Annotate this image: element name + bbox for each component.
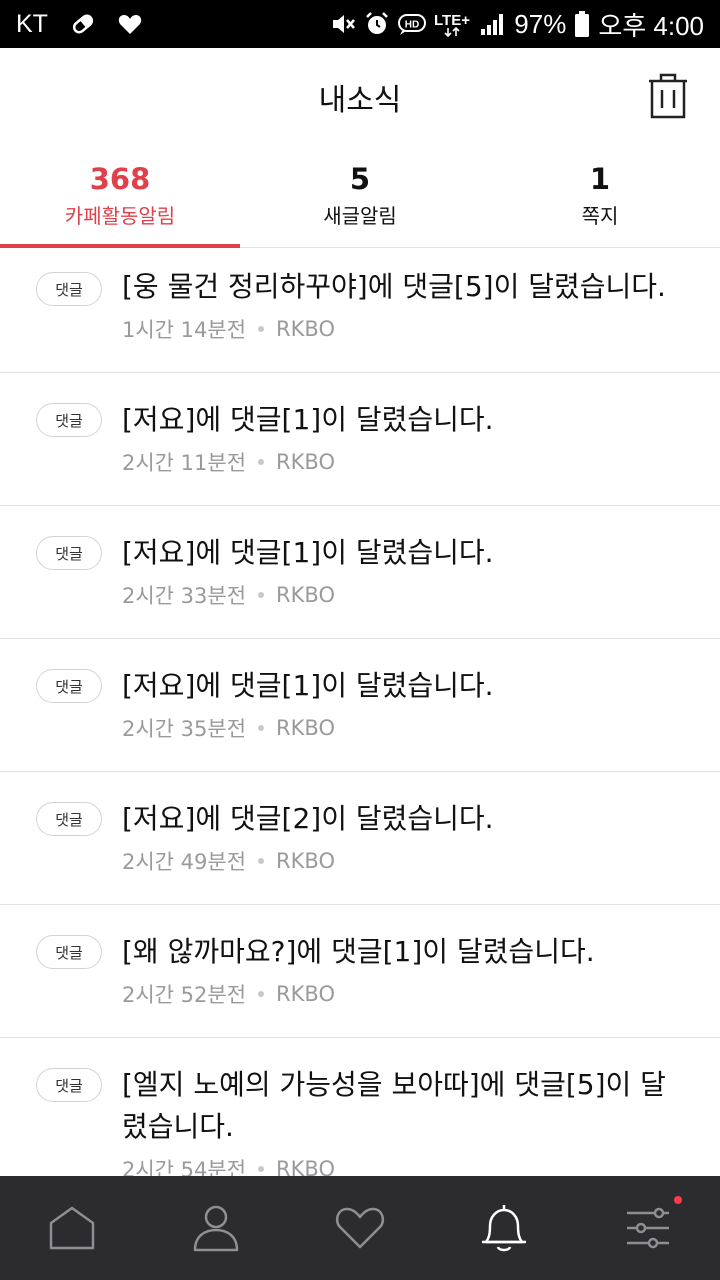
notification-meta: 2시간 52분전 RKBO: [122, 979, 335, 1009]
nav-settings[interactable]: [576, 1176, 720, 1280]
tab-new-posts[interactable]: 5 새글알림: [240, 146, 480, 247]
nav-notifications[interactable]: [432, 1176, 576, 1280]
comment-badge: 댓글: [36, 272, 102, 306]
comment-badge: 댓글: [36, 802, 102, 836]
signal-icon: [480, 12, 506, 36]
heart-icon: [335, 1207, 385, 1249]
tab-messages[interactable]: 1 쪽지: [480, 146, 720, 247]
notification-item[interactable]: 댓글 [저요]에 댓글[2]이 달렸습니다. 2시간 49분전 RKBO: [0, 772, 720, 905]
lte-icon: LTE+: [434, 10, 472, 38]
notification-message: [저요]에 댓글[1]이 달렸습니다.: [122, 669, 494, 702]
comment-badge: 댓글: [36, 1068, 102, 1102]
notification-message: [저요]에 댓글[1]이 달렸습니다.: [122, 536, 494, 569]
notification-meta: 2시간 33분전 RKBO: [122, 580, 335, 610]
notification-time: 2시간 11분전: [122, 451, 247, 475]
notification-meta: 1시간 14분전 RKBO: [122, 314, 335, 344]
tab-label: 쪽지: [581, 204, 619, 228]
tab-count: 1: [589, 162, 611, 196]
comment-badge: 댓글: [36, 403, 102, 437]
hd-icon: HD: [398, 13, 427, 35]
settings-sliders-icon: [627, 1207, 669, 1249]
separator-dot: [258, 725, 265, 731]
nav-favorites[interactable]: [288, 1176, 432, 1280]
notification-message: [웅 물건 정리하꾸야]에 댓글[5]이 달렸습니다.: [122, 270, 666, 303]
comment-badge: 댓글: [36, 536, 102, 570]
trash-icon: [649, 73, 687, 119]
delete-button[interactable]: [646, 72, 690, 120]
notification-message: [엘지 노예의 가능성을 보아따]에 댓글[5]이 달렸습니다.: [122, 1068, 666, 1143]
notification-message: [저요]에 댓글[1]이 달렸습니다.: [122, 403, 494, 436]
notification-source: RKBO: [276, 583, 335, 607]
profile-icon: [193, 1205, 239, 1252]
notification-item[interactable]: 댓글 [웅 물건 정리하꾸야]에 댓글[5]이 달렸습니다. 1시간 14분전 …: [0, 248, 720, 373]
notification-item[interactable]: 댓글 [저요]에 댓글[1]이 달렸습니다. 2시간 35분전 RKBO: [0, 639, 720, 772]
notification-list: 댓글 [웅 물건 정리하꾸야]에 댓글[5]이 달렸습니다. 1시간 14분전 …: [0, 248, 720, 1176]
tab-cafe-activity[interactable]: 368 카페활동알림: [0, 146, 240, 248]
nav-home[interactable]: [0, 1176, 144, 1280]
tab-count: 368: [89, 162, 151, 196]
notification-source: RKBO: [276, 716, 335, 740]
nav-profile[interactable]: [144, 1176, 288, 1280]
separator-dot: [258, 991, 265, 997]
carrier-label: KT: [16, 9, 48, 38]
notification-tabs: 368 카페활동알림 5 새글알림 1 쪽지: [0, 146, 720, 248]
separator-dot: [258, 858, 265, 864]
notification-time: 2시간 33분전: [122, 584, 247, 608]
separator-dot: [258, 326, 265, 332]
notification-item[interactable]: 댓글 [엘지 노예의 가능성을 보아따]에 댓글[5]이 달렸습니다. 2시간 …: [0, 1038, 720, 1176]
notification-message: [저요]에 댓글[2]이 달렸습니다.: [122, 802, 494, 835]
notification-item[interactable]: 댓글 [저요]에 댓글[1]이 달렸습니다. 2시간 33분전 RKBO: [0, 506, 720, 639]
separator-dot: [258, 1166, 265, 1172]
status-bar: KT HD LTE+ 97% 오후 4:00: [0, 0, 720, 48]
clock: 오후 4:00: [598, 10, 704, 41]
mute-icon: [330, 12, 356, 36]
separator-dot: [258, 459, 265, 465]
notification-dot: [674, 1196, 682, 1204]
hd-label: HD: [405, 20, 419, 31]
notification-time: 2시간 54분전: [122, 1158, 247, 1176]
notification-meta: 2시간 54분전 RKBO: [122, 1154, 335, 1176]
comment-badge: 댓글: [36, 935, 102, 969]
notification-source: RKBO: [276, 450, 335, 474]
notification-item[interactable]: 댓글 [저요]에 댓글[1]이 달렸습니다. 2시간 11분전 RKBO: [0, 373, 720, 506]
tab-label: 카페활동알림: [64, 204, 176, 228]
notification-meta: 2시간 49분전 RKBO: [122, 846, 335, 876]
alarm-icon: [364, 11, 390, 37]
notification-time: 1시간 14분전: [122, 318, 247, 342]
battery-icon: [574, 10, 590, 38]
notification-source: RKBO: [276, 982, 335, 1006]
notification-message: [왜 않까마요?]에 댓글[1]이 달렸습니다.: [122, 935, 595, 968]
notification-time: 2시간 49분전: [122, 850, 247, 874]
notification-time: 2시간 52분전: [122, 983, 247, 1007]
notification-meta: 2시간 11분전 RKBO: [122, 447, 335, 477]
comment-badge: 댓글: [36, 669, 102, 703]
app-header: 내소식: [0, 48, 720, 146]
lte-label: LTE+: [434, 12, 470, 29]
home-icon: [49, 1206, 95, 1250]
notification-source: RKBO: [276, 849, 335, 873]
separator-dot: [258, 592, 265, 598]
tab-label: 새글알림: [323, 204, 397, 228]
bottom-navigation: [0, 1176, 720, 1280]
pill-icon: [70, 13, 96, 35]
notification-time: 2시간 35분전: [122, 717, 247, 741]
notification-source: RKBO: [276, 317, 335, 341]
tab-count: 5: [349, 162, 371, 196]
notification-meta: 2시간 35분전 RKBO: [122, 713, 335, 743]
battery-percent: 97%: [514, 8, 567, 39]
bell-icon: [482, 1205, 526, 1252]
page-title: 내소식: [318, 83, 402, 118]
notification-source: RKBO: [276, 1157, 335, 1176]
notification-item[interactable]: 댓글 [왜 않까마요?]에 댓글[1]이 달렸습니다. 2시간 52분전 RKB…: [0, 905, 720, 1038]
heart-icon: [118, 13, 142, 35]
